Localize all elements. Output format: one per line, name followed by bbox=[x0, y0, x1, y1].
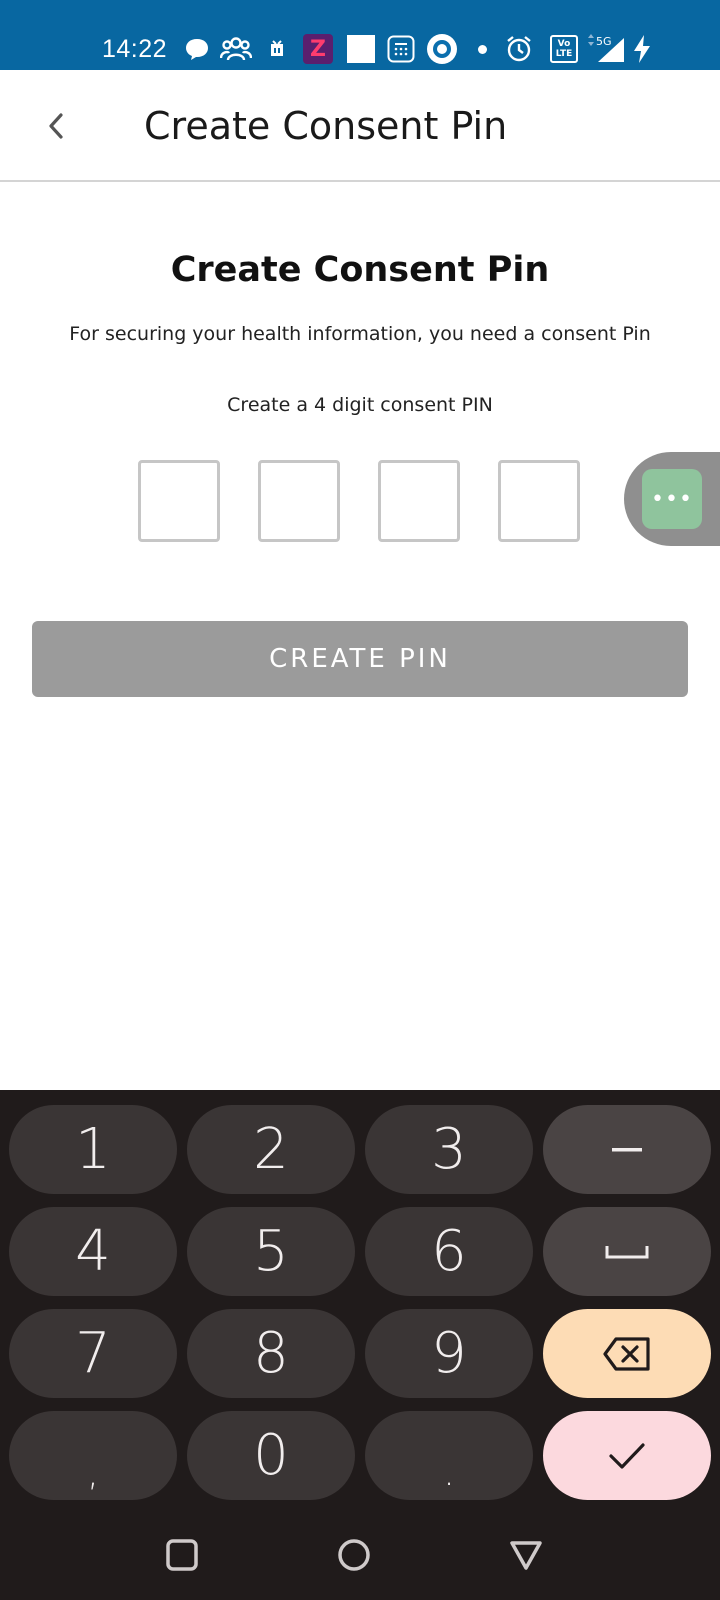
app-bar-title: Create Consent Pin bbox=[144, 104, 508, 148]
status-bar: 14:22 Z Vo LTE 5G bbox=[0, 0, 720, 70]
space-icon bbox=[605, 1245, 649, 1258]
more-options-button[interactable]: ••• bbox=[642, 469, 702, 529]
minus-icon bbox=[612, 1147, 642, 1151]
chat-bubble-icon bbox=[182, 34, 212, 64]
pin-digit-input-2[interactable] bbox=[258, 460, 340, 542]
group-icon bbox=[220, 34, 252, 64]
back-nav-button[interactable] bbox=[501, 1530, 551, 1580]
key-1[interactable]: 1 bbox=[9, 1105, 177, 1194]
page-heading: Create Consent Pin bbox=[170, 250, 550, 290]
pin-digit-input-4[interactable] bbox=[498, 460, 580, 542]
volte-icon: Vo LTE bbox=[544, 34, 584, 64]
key-period[interactable]: . bbox=[365, 1411, 533, 1500]
page-subtitle: For securing your health information, yo… bbox=[69, 323, 651, 345]
recents-button[interactable] bbox=[157, 1530, 207, 1580]
key-8[interactable]: 8 bbox=[187, 1309, 355, 1398]
svg-text:5G: 5G bbox=[596, 35, 612, 48]
back-button[interactable] bbox=[36, 102, 76, 150]
key-comma[interactable]: , bbox=[9, 1411, 177, 1500]
alarm-icon bbox=[504, 34, 534, 64]
home-circle-icon bbox=[338, 1539, 370, 1571]
circle-app-icon bbox=[426, 34, 458, 64]
status-time: 14:22 bbox=[102, 35, 168, 63]
floating-side-tab: ••• bbox=[624, 452, 720, 546]
pin-digit-input-3[interactable] bbox=[378, 460, 460, 542]
5g-signal-icon: 5G bbox=[584, 34, 628, 64]
create-pin-button[interactable]: CREATE PIN bbox=[32, 621, 688, 697]
white-square-icon bbox=[346, 34, 376, 64]
system-nav-bar bbox=[0, 1500, 720, 1600]
key-6[interactable]: 6 bbox=[365, 1207, 533, 1296]
calculator-icon bbox=[386, 34, 416, 64]
chevron-left-icon bbox=[49, 113, 63, 139]
key-0[interactable]: 0 bbox=[187, 1411, 355, 1500]
backspace-icon bbox=[603, 1336, 650, 1371]
dot-icon bbox=[476, 34, 488, 64]
home-button[interactable] bbox=[329, 1530, 379, 1580]
key-4[interactable]: 4 bbox=[9, 1207, 177, 1296]
key-enter[interactable] bbox=[543, 1411, 711, 1500]
pin-digit-input-1[interactable] bbox=[138, 460, 220, 542]
recents-square-icon bbox=[166, 1539, 198, 1571]
numeric-keyboard: 1 2 3 4 5 6 7 8 9 , 0 . bbox=[0, 1090, 720, 1600]
back-triangle-icon bbox=[510, 1541, 542, 1570]
key-backspace[interactable] bbox=[543, 1309, 711, 1398]
app-bar: Create Consent Pin bbox=[0, 70, 720, 182]
key-space[interactable] bbox=[543, 1207, 711, 1296]
key-2[interactable]: 2 bbox=[187, 1105, 355, 1194]
charging-icon bbox=[630, 34, 654, 64]
key-3[interactable]: 3 bbox=[365, 1105, 533, 1194]
key-5[interactable]: 5 bbox=[187, 1207, 355, 1296]
pin-instruction: Create a 4 digit consent PIN bbox=[227, 394, 493, 416]
more-dots-icon: ••• bbox=[651, 486, 693, 512]
key-9[interactable]: 9 bbox=[365, 1309, 533, 1398]
key-7[interactable]: 7 bbox=[9, 1309, 177, 1398]
checkmark-icon bbox=[609, 1442, 645, 1469]
zee-app-icon: Z bbox=[302, 34, 334, 64]
key-minus[interactable] bbox=[543, 1105, 711, 1194]
sim-icon bbox=[268, 34, 286, 64]
